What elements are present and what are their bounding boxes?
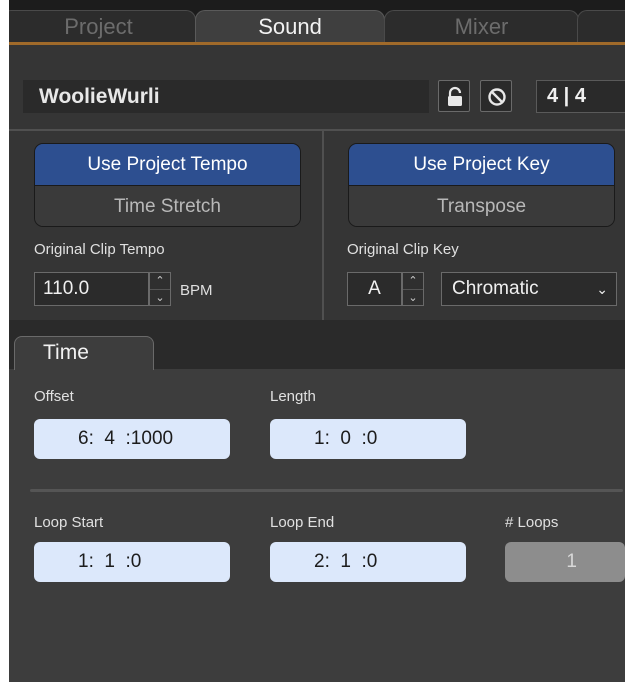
- disable-button[interactable]: [480, 80, 512, 112]
- time-stretch-button[interactable]: Time Stretch: [35, 186, 300, 226]
- scale-value: Chromatic: [452, 278, 539, 299]
- loops-count-field[interactable]: 1: [505, 542, 625, 582]
- offset-label: Offset: [34, 388, 74, 405]
- bpm-unit: BPM: [180, 282, 213, 299]
- tab-mixer[interactable]: Mixer: [384, 10, 579, 42]
- loop-start-label: Loop Start: [34, 514, 104, 531]
- tab-overflow[interactable]: [577, 10, 625, 42]
- loop-end-field[interactable]: 2: 1 :0: [270, 542, 466, 582]
- loop-end-label: Loop End: [270, 514, 335, 531]
- length-field[interactable]: 1: 0 :0: [270, 419, 466, 459]
- sound-settings: WoolieWurli 4 | 4 Use Project Tempo Time…: [9, 45, 625, 320]
- tab-sound[interactable]: Sound: [195, 10, 385, 42]
- clip-name[interactable]: WoolieWurli: [39, 85, 160, 109]
- original-tempo-label: Original Clip Tempo: [34, 241, 165, 258]
- column-divider: [322, 131, 324, 320]
- original-key-label: Original Clip Key: [347, 241, 459, 258]
- tempo-stepper[interactable]: ⌃ ⌄: [149, 272, 171, 306]
- stepper-down-icon[interactable]: ⌄: [403, 289, 423, 305]
- tab-bar: Project Sound Mixer: [9, 0, 625, 42]
- key-input[interactable]: A: [347, 272, 402, 306]
- stepper-up-icon[interactable]: ⌃: [150, 273, 170, 289]
- lock-button[interactable]: [438, 80, 470, 112]
- length-label: Length: [270, 388, 316, 405]
- section-divider: [9, 129, 625, 131]
- chevron-down-icon: ⌄: [596, 281, 608, 297]
- transpose-button[interactable]: Transpose: [349, 186, 614, 226]
- clip-inspector: Project Sound Mixer WoolieWurli 4 | 4 Us…: [9, 0, 625, 682]
- scale-select[interactable]: Chromatic ⌄: [441, 272, 617, 306]
- loop-start-field[interactable]: 1: 1 :0: [34, 542, 230, 582]
- tempo-input[interactable]: 110.0: [34, 272, 149, 306]
- tab-time[interactable]: Time: [14, 336, 154, 370]
- loops-count-label: # Loops: [505, 514, 559, 531]
- section-separator: [30, 489, 623, 492]
- key-stepper[interactable]: ⌃ ⌄: [402, 272, 424, 306]
- use-project-key-button[interactable]: Use Project Key: [349, 144, 614, 186]
- use-project-tempo-button[interactable]: Use Project Tempo: [35, 144, 300, 186]
- time-signature[interactable]: 4 | 4: [536, 80, 625, 113]
- tempo-mode-selector: Use Project Tempo Time Stretch: [34, 143, 301, 227]
- stepper-up-icon[interactable]: ⌃: [403, 273, 423, 289]
- key-mode-selector: Use Project Key Transpose: [348, 143, 615, 227]
- time-settings: Time Offset 6: 4 :1000 Length 1: 0 :0 Lo…: [9, 320, 625, 682]
- offset-field[interactable]: 6: 4 :1000: [34, 419, 230, 459]
- stepper-down-icon[interactable]: ⌄: [150, 289, 170, 305]
- tab-project[interactable]: Project: [9, 10, 196, 42]
